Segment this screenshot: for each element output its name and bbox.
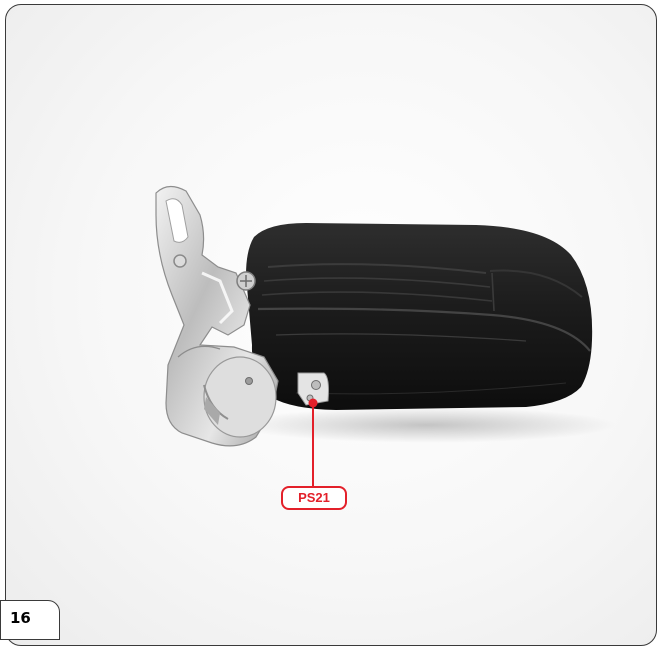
page-number-tab: 16 xyxy=(0,600,60,640)
product-photo xyxy=(155,185,616,486)
pivot-screw xyxy=(245,377,253,385)
instruction-panel: PS21 xyxy=(5,4,657,646)
page-number: 16 xyxy=(10,609,31,627)
floor-shadow xyxy=(236,407,616,443)
part-callout-label: PS21 xyxy=(281,486,347,510)
top-screw xyxy=(236,271,256,291)
